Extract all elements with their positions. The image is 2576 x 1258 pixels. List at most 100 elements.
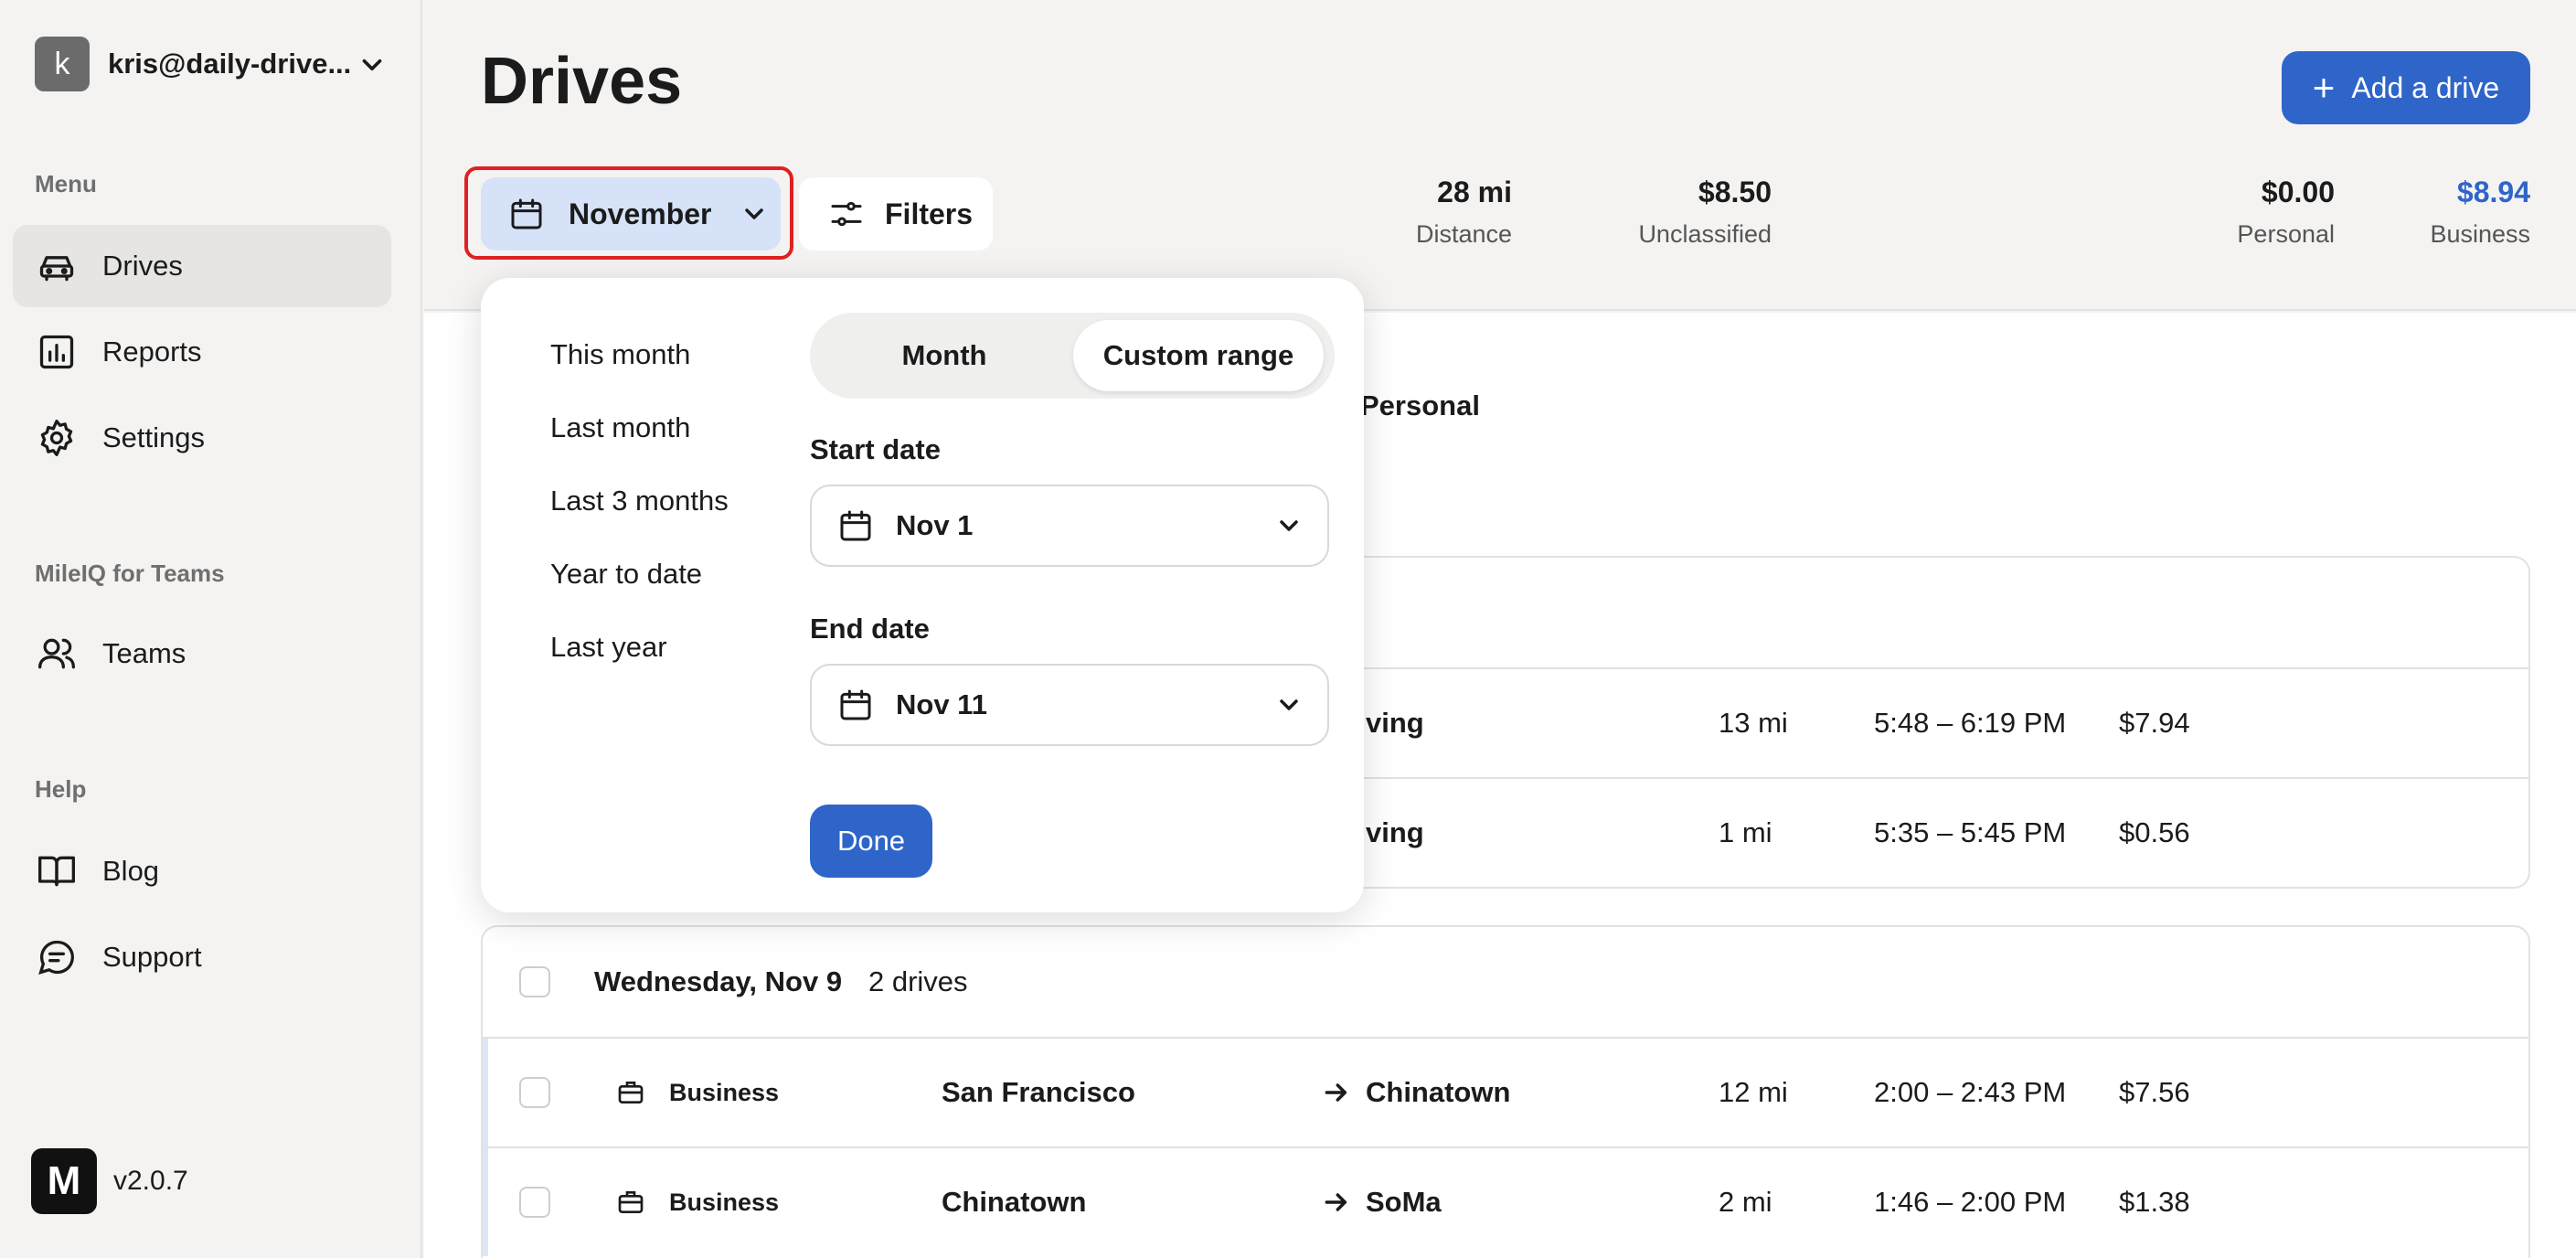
stat-label: Business: [2430, 220, 2530, 248]
stat-value: $8.94: [2456, 176, 2530, 208]
sidebar-item-label: Drives: [102, 250, 183, 282]
drive-time: 1:46 – 2:00 PM: [1874, 1186, 2067, 1218]
sidebar-item-support[interactable]: Support: [13, 916, 391, 998]
group-header: Wednesday, Nov 9 2 drives: [483, 927, 2528, 1037]
mileiq-logo: M: [31, 1148, 97, 1214]
month-dropdown-button[interactable]: November: [481, 177, 781, 251]
end-date-select[interactable]: Nov 11: [810, 664, 1329, 746]
drive-value: $7.94: [2119, 707, 2190, 739]
date-range-popover: This month Last month Last 3 months Year…: [481, 278, 1364, 912]
filters-button[interactable]: Filters: [799, 177, 993, 251]
chevron-down-icon: [744, 208, 763, 219]
sidebar-item-blog[interactable]: Blog: [13, 830, 391, 912]
drive-destination: ving: [1366, 707, 1424, 739]
sidebar-item-teams[interactable]: Teams: [13, 613, 391, 695]
stat-value: 28 mi: [1437, 176, 1512, 208]
stat-value: $8.50: [1698, 176, 1772, 208]
group-checkbox[interactable]: [519, 966, 550, 997]
sidebar-item-drives[interactable]: Drives: [13, 225, 391, 307]
start-date-value: Nov 1: [896, 509, 974, 541]
people-icon: [38, 638, 75, 669]
start-date-label: Start date: [810, 433, 941, 465]
end-date-label: End date: [810, 613, 930, 645]
drive-destination: SoMa: [1366, 1186, 1442, 1218]
drive-origin: Chinatown: [942, 1186, 1087, 1218]
app-version: M v2.0.7: [31, 1148, 188, 1214]
group-date: Wednesday, Nov 9: [594, 965, 843, 997]
stat-value: $0.00: [2261, 176, 2335, 208]
business-stripe: [483, 1039, 488, 1146]
teams-section-label: MileIQ for Teams: [35, 560, 225, 587]
stat-distance: 28 mi Distance: [1329, 176, 1512, 249]
book-icon: [38, 856, 75, 887]
sidebar: k kris@daily-drive... Menu Drives Report…: [0, 0, 422, 1258]
table-row[interactable]: Business San Francisco Chinatown 12 mi 2…: [483, 1037, 2528, 1146]
avatar: k: [35, 37, 90, 91]
add-drive-label: Add a drive: [2351, 70, 2500, 104]
sliders-icon: [831, 201, 862, 227]
end-date-value: Nov 11: [896, 688, 987, 720]
table-row[interactable]: Business Chinatown SoMa 2 mi 1:46 – 2:00…: [483, 1146, 2528, 1256]
version-text: v2.0.7: [113, 1166, 188, 1196]
sidebar-item-label: Reports: [102, 336, 202, 368]
drive-distance: 13 mi: [1719, 707, 1788, 739]
help-section-label: Help: [35, 775, 87, 803]
stat-unclassified: $8.50 Unclassified: [1570, 176, 1772, 249]
filters-label: Filters: [885, 197, 974, 230]
sidebar-item-label: Teams: [102, 637, 186, 669]
drive-distance: 1 mi: [1719, 816, 1772, 848]
drive-time: 5:48 – 6:19 PM: [1874, 707, 2067, 739]
gear-icon: [40, 420, 73, 456]
menu-section-label: Menu: [35, 170, 97, 197]
chevron-down-icon: [362, 59, 382, 71]
account-email: kris@daily-drive...: [108, 48, 351, 80]
drive-type: Business: [669, 1188, 780, 1216]
chat-icon: [38, 940, 74, 975]
briefcase-icon: [618, 1191, 644, 1213]
sidebar-item-label: Blog: [102, 855, 160, 887]
drive-destination: Chinatown: [1366, 1076, 1511, 1108]
business-stripe: [483, 1148, 488, 1256]
drive-value: $0.56: [2119, 816, 2190, 848]
car-icon: [39, 256, 74, 282]
add-drive-button[interactable]: + Add a drive: [2282, 51, 2530, 124]
row-checkbox[interactable]: [519, 1187, 550, 1218]
drive-type: Business: [669, 1078, 780, 1106]
arrow-right-icon: [1325, 1083, 1347, 1102]
drive-origin: San Francisco: [942, 1076, 1135, 1108]
drive-value: $7.56: [2119, 1076, 2190, 1108]
quick-range-this-month[interactable]: This month: [550, 338, 690, 371]
stat-business: $8.94 Business: [2366, 176, 2530, 249]
calendar-icon: [511, 198, 542, 229]
calendar-icon: [840, 510, 871, 541]
month-label: November: [569, 197, 712, 230]
mode-month-option[interactable]: Month: [817, 320, 1071, 391]
stat-personal: $0.00 Personal: [2170, 176, 2335, 249]
drive-distance: 12 mi: [1719, 1076, 1788, 1108]
quick-range-year-to-date[interactable]: Year to date: [550, 558, 702, 591]
plus-icon: +: [2312, 66, 2336, 109]
chevron-down-icon: [1280, 520, 1298, 531]
account-switcher[interactable]: k kris@daily-drive...: [35, 37, 382, 91]
drive-value: $1.38: [2119, 1186, 2190, 1218]
sidebar-item-reports[interactable]: Reports: [13, 311, 391, 393]
quick-range-last-3-months[interactable]: Last 3 months: [550, 485, 729, 517]
range-mode-toggle: Month Custom range: [810, 313, 1335, 399]
quick-range-last-month[interactable]: Last month: [550, 411, 690, 444]
start-date-select[interactable]: Nov 1: [810, 485, 1329, 567]
stat-label: Distance: [1415, 220, 1512, 248]
drive-group: Wednesday, Nov 9 2 drives Business San F…: [481, 925, 2530, 1258]
row-checkbox[interactable]: [519, 1077, 550, 1108]
personal-tab-fragment[interactable]: Personal: [1360, 389, 1480, 422]
done-button[interactable]: Done: [810, 805, 932, 878]
drives-header: Drives + Add a drive November Filters 28…: [424, 0, 2576, 311]
mode-custom-range-option[interactable]: Custom range: [1073, 320, 1324, 391]
stat-label: Unclassified: [1638, 220, 1772, 248]
sidebar-item-label: Support: [102, 941, 202, 973]
drive-destination: ving: [1366, 816, 1424, 848]
sidebar-item-label: Settings: [102, 421, 206, 453]
quick-range-last-year[interactable]: Last year: [550, 631, 667, 664]
drive-time: 5:35 – 5:45 PM: [1874, 816, 2067, 848]
sidebar-item-settings[interactable]: Settings: [13, 397, 391, 479]
arrow-right-icon: [1325, 1193, 1347, 1211]
